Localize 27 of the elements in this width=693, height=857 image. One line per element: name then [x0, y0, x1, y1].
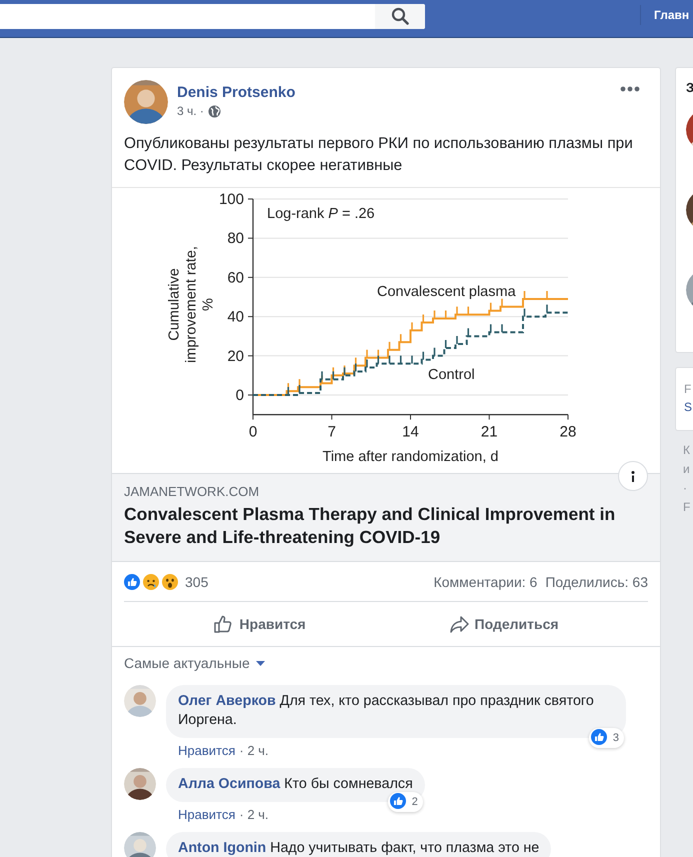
x-tick-label: 0	[248, 424, 258, 441]
link-domain: JAMANETWORK.COM	[124, 484, 260, 499]
y-tick-label: 0	[236, 387, 244, 404]
series-label: Convalescent plasma	[377, 284, 516, 300]
chart-annotation: Log-rank P = .26	[267, 206, 375, 222]
x-tick-label: 28	[560, 424, 576, 441]
post-text: Опубликованы результаты первого РКИ по использованию плазмы при COVID. Результаты скорее негативные	[123, 134, 634, 176]
side-text: F	[684, 381, 692, 398]
series-label: Control	[428, 367, 475, 383]
y-tick-label: 80	[227, 230, 244, 248]
x-tick-label: 21	[480, 424, 498, 441]
side-text: и	[683, 461, 691, 478]
y-tick-label: 40	[227, 308, 244, 326]
x-tick-label: 14	[402, 424, 419, 441]
x-tick-label: 7	[328, 424, 336, 441]
side-text: К	[683, 442, 691, 459]
comment-text: Алла Осипова Кто бы сомневался	[178, 775, 413, 794]
comment-text: Олег Аверков Для тех, кто рассказывал про праздник святого Иоргена.	[178, 692, 595, 730]
x-axis-label: Time after randomization, d	[322, 449, 498, 465]
y-tick-label: 60	[227, 269, 244, 286]
y-tick-label: 20	[227, 348, 244, 365]
link-title: Convalescent Plasma Therapy and Clinical Improvement in Severe and Life-threatening COVID-19	[124, 503, 616, 549]
y-axis-label: Cumulative improvement rate, %	[166, 245, 218, 365]
comment-text: Anton Igonin Надо учитывать факт, что плазма это не	[178, 839, 540, 857]
side-text: F	[683, 499, 692, 516]
y-tick-label: 100	[218, 191, 244, 208]
side-text: ·	[683, 480, 688, 497]
